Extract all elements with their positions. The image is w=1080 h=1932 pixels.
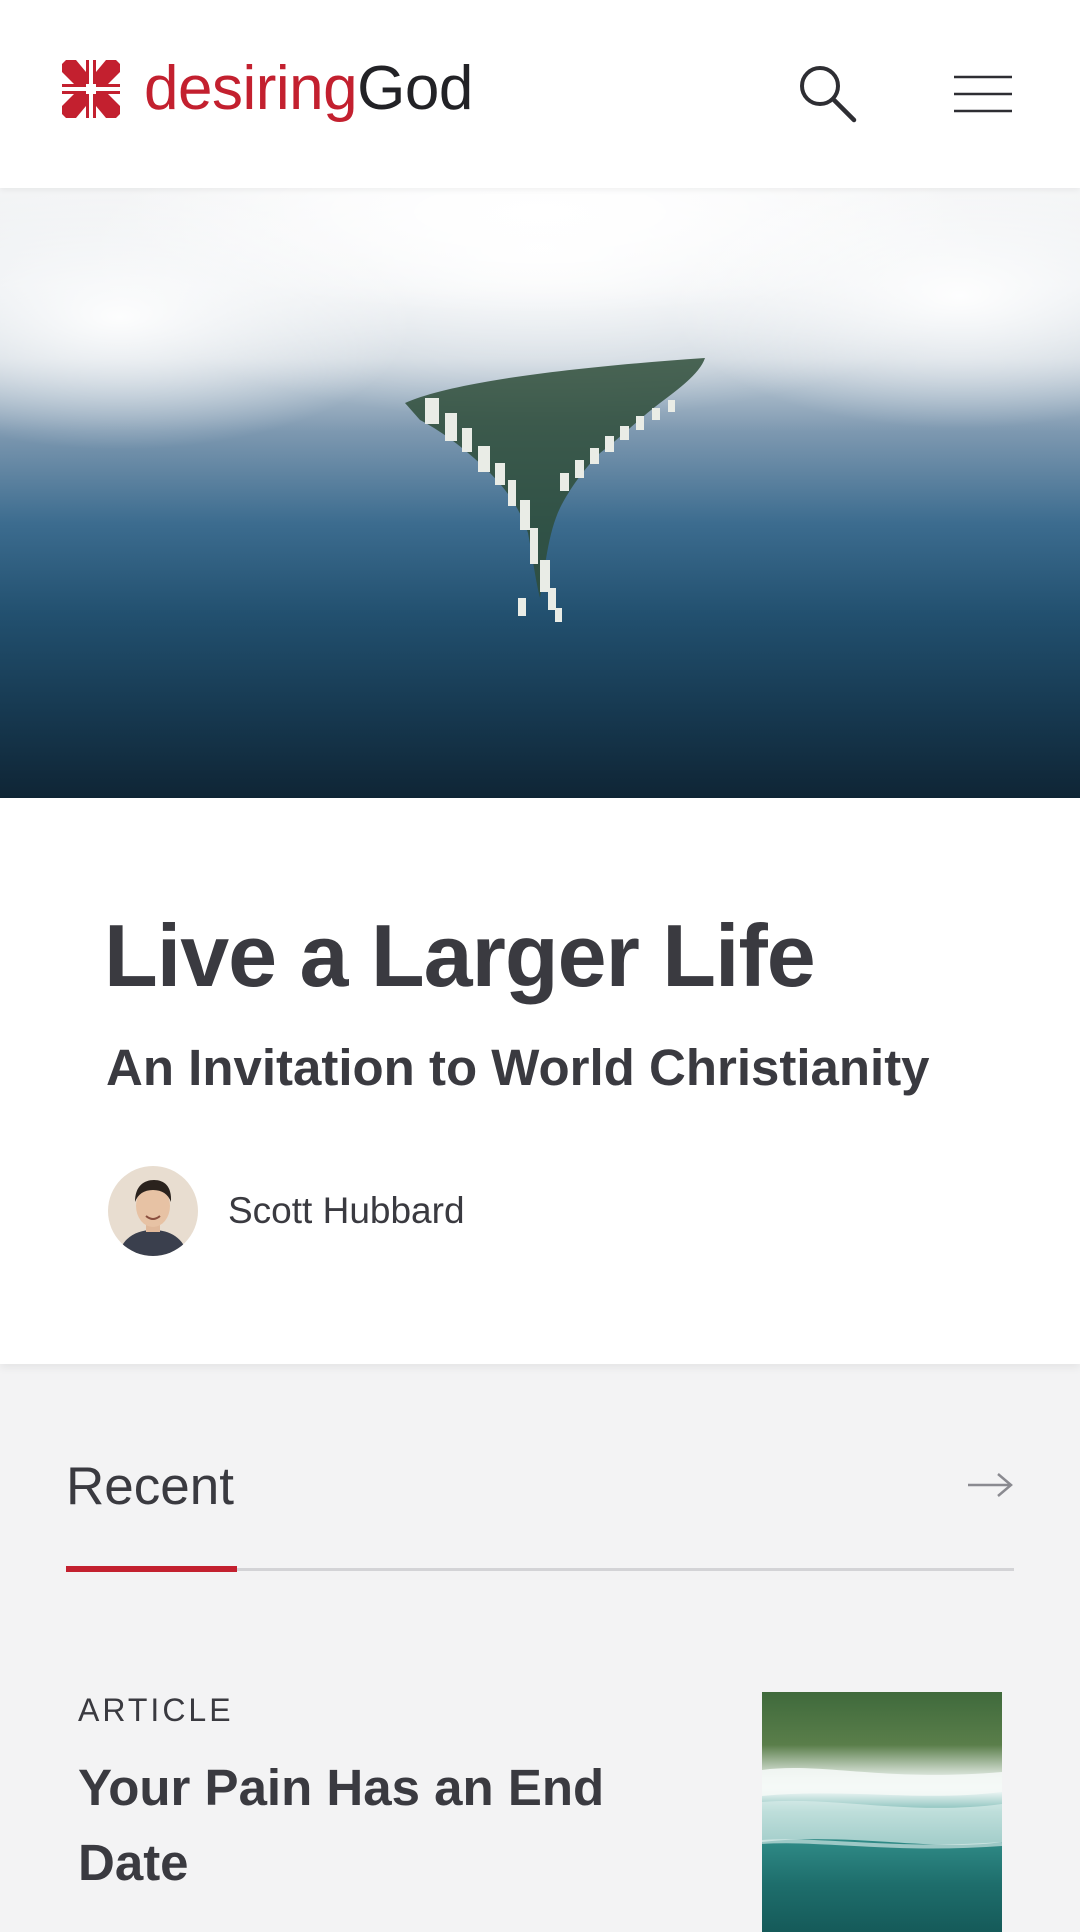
- featured-author[interactable]: Scott Hubbard: [108, 1166, 465, 1256]
- site-logo[interactable]: desiringGod: [62, 54, 473, 124]
- hero-cliffs-illustration: [405, 358, 705, 622]
- recent-section-header: Recent: [66, 1448, 1014, 1572]
- thumbnail-coast-illustration: [762, 1768, 1002, 1849]
- list-item[interactable]: ARTICLE Your Pain Has an End Date: [78, 1692, 1002, 1932]
- arrow-right-icon[interactable]: [966, 1470, 1014, 1500]
- site-header: desiringGod: [0, 0, 1080, 188]
- article-type-label: ARTICLE: [78, 1692, 234, 1728]
- hero-image[interactable]: [0, 188, 1080, 798]
- logo-desiring: desiring: [144, 54, 358, 123]
- logo-mark-icon: [62, 60, 120, 118]
- hamburger-menu-icon: [954, 75, 1012, 113]
- featured-subtitle: An Invitation to World Christianity: [106, 1039, 930, 1096]
- menu-button[interactable]: [954, 74, 1012, 114]
- logo-god: God: [357, 54, 473, 123]
- logo-wordmark: desiringGod: [144, 58, 473, 120]
- article-thumbnail[interactable]: [762, 1692, 1002, 1932]
- author-avatar: [108, 1166, 198, 1256]
- featured-title[interactable]: Live a Larger Life: [104, 907, 816, 1005]
- section-accent-bar: [66, 1566, 237, 1572]
- featured-article[interactable]: Live a Larger Life An Invitation to Worl…: [0, 798, 1080, 1364]
- recent-heading[interactable]: Recent: [66, 1456, 234, 1517]
- author-name: Scott Hubbard: [228, 1190, 465, 1231]
- search-button[interactable]: [796, 62, 860, 126]
- article-title[interactable]: Your Pain Has an End Date: [78, 1750, 638, 1900]
- search-icon: [800, 66, 857, 123]
